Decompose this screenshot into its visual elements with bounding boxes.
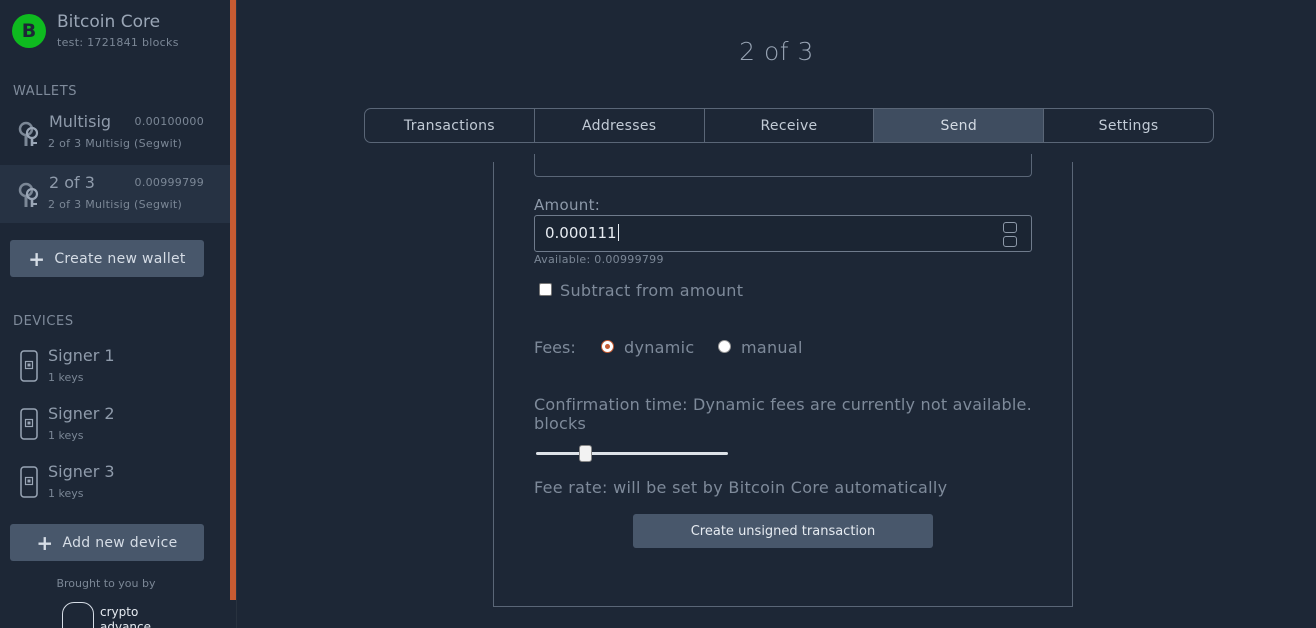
device-item-signer-3[interactable]: Signer 3 1 keys: [0, 456, 230, 512]
amount-label: Amount:: [534, 196, 601, 214]
device-keys-count: 1 keys: [48, 487, 84, 500]
sidebar-divider: [236, 0, 237, 628]
create-unsigned-transaction-button[interactable]: Create unsigned transaction: [633, 514, 933, 548]
fees-label: Fees:: [534, 338, 576, 357]
keys-icon: [18, 182, 39, 207]
device-keys-count: 1 keys: [48, 429, 84, 442]
wallet-name: Multisig: [49, 112, 112, 131]
wallets-section-title: WALLETS: [13, 84, 78, 99]
wallet-tabs: Transactions Addresses Receive Send Sett…: [364, 108, 1214, 143]
app-title: Bitcoin Core: [57, 12, 161, 32]
cryptoadvance-logo[interactable]: crypto advance: [62, 600, 162, 628]
logo-text-line-2: advance: [100, 620, 152, 628]
tab-addresses[interactable]: Addresses: [535, 109, 705, 142]
device-item-signer-2[interactable]: Signer 2 1 keys: [0, 398, 230, 454]
confirmation-time-text: Confirmation time: Dynamic fees are curr…: [534, 395, 1032, 433]
create-wallet-button[interactable]: + Create new wallet: [10, 240, 204, 277]
tab-settings[interactable]: Settings: [1044, 109, 1213, 142]
device-name: Signer 3: [48, 462, 115, 481]
wallet-name: 2 of 3: [49, 173, 95, 192]
wallet-type: 2 of 3 Multisig (Segwit): [48, 137, 183, 150]
fee-dynamic-radio[interactable]: [601, 340, 614, 353]
amount-input[interactable]: 0.000111: [534, 215, 1032, 252]
plus-icon: +: [36, 530, 54, 555]
subtract-from-amount-label[interactable]: Subtract from amount: [560, 281, 743, 300]
keys-icon: [18, 121, 39, 146]
fee-dynamic-label[interactable]: dynamic: [624, 338, 695, 357]
amount-stepper[interactable]: [1003, 222, 1017, 247]
sidebar: B Bitcoin Core test: 1721841 blocks WALL…: [0, 0, 230, 628]
wallet-type: 2 of 3 Multisig (Segwit): [48, 198, 183, 211]
network-info: test: 1721841 blocks: [57, 36, 179, 49]
wallet-item-2-of-3[interactable]: 2 of 3 0.00999799 2 of 3 Multisig (Segwi…: [0, 165, 230, 223]
wallet-item-multisig[interactable]: Multisig 0.00100000 2 of 3 Multisig (Seg…: [0, 104, 230, 162]
hardware-device-icon: [20, 466, 38, 498]
create-wallet-label: Create new wallet: [54, 250, 186, 267]
hardware-device-icon: [20, 350, 38, 382]
fee-manual-label[interactable]: manual: [741, 338, 803, 357]
confirmation-slider[interactable]: [536, 452, 728, 455]
address-input[interactable]: [534, 154, 1032, 177]
bitcoin-logo-icon: B: [12, 14, 46, 48]
fee-manual-radio[interactable]: [718, 340, 731, 353]
confirmation-slider-thumb[interactable]: [579, 445, 592, 462]
subtract-from-amount-checkbox[interactable]: [539, 283, 552, 296]
device-name: Signer 1: [48, 346, 115, 365]
devices-section-title: DEVICES: [13, 314, 74, 329]
logo-text-line-1: crypto: [100, 605, 139, 619]
add-device-button[interactable]: + Add new device: [10, 524, 204, 561]
brought-by-text: Brought to you by: [56, 577, 156, 590]
device-item-signer-1[interactable]: Signer 1 1 keys: [0, 340, 230, 396]
cryptoadvance-logo-icon: [62, 602, 94, 628]
amount-value: 0.000111: [545, 224, 617, 242]
wallet-balance: 0.00100000: [134, 115, 204, 128]
tab-transactions[interactable]: Transactions: [365, 109, 535, 142]
stepper-up-icon[interactable]: [1003, 222, 1017, 233]
device-name: Signer 2: [48, 404, 115, 423]
add-device-label: Add new device: [62, 534, 178, 551]
tab-receive[interactable]: Receive: [705, 109, 875, 142]
wallet-title: 2 of 3: [739, 37, 814, 66]
tab-send[interactable]: Send: [874, 109, 1045, 142]
hardware-device-icon: [20, 408, 38, 440]
available-balance: Available: 0.00999799: [534, 253, 664, 266]
wallet-balance: 0.00999799: [134, 176, 204, 189]
plus-icon: +: [28, 246, 46, 271]
stepper-down-icon[interactable]: [1003, 236, 1017, 247]
brand[interactable]: B Bitcoin Core test: 1721841 blocks: [12, 12, 179, 49]
device-keys-count: 1 keys: [48, 371, 84, 384]
fee-rate-text: Fee rate: will be set by Bitcoin Core au…: [534, 478, 948, 497]
